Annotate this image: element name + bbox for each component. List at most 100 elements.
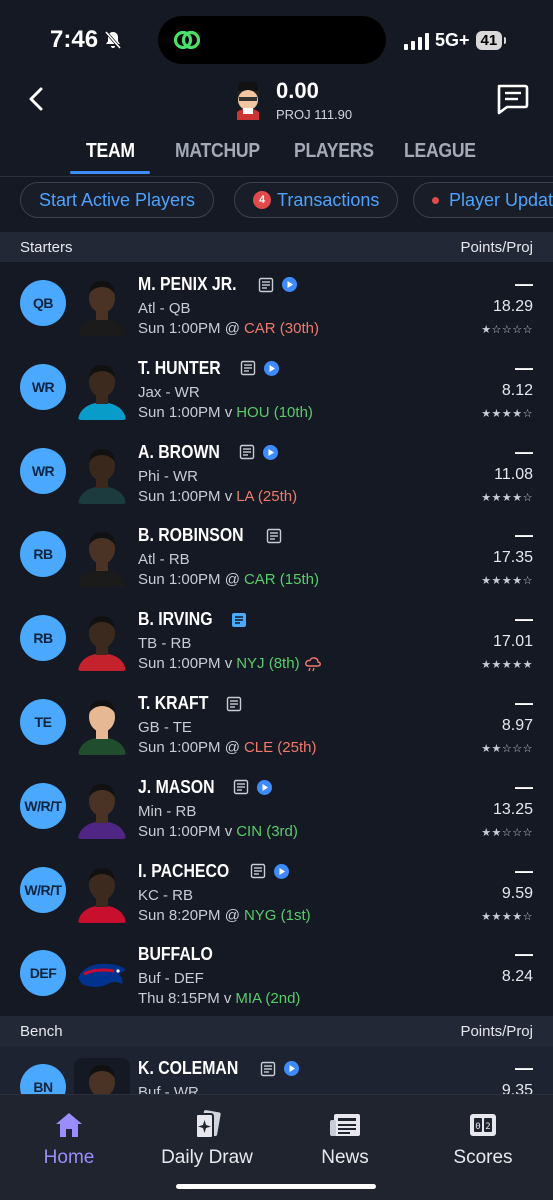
- note-icon[interactable]: [233, 779, 249, 795]
- position-slot-button[interactable]: RB: [20, 615, 66, 662]
- play-video-icon[interactable]: [263, 444, 278, 460]
- player-name-link[interactable]: BUFFALO: [138, 944, 223, 965]
- starter-player-row[interactable]: WR T. HUNTER Jax - WR Sun 1:00PM v HOU (10th…: [0, 346, 553, 430]
- player-name: I. PACHECO: [138, 860, 230, 881]
- play-video-icon[interactable]: [282, 277, 298, 292]
- transactions-label: Transactions: [277, 189, 380, 210]
- opponent-rank[interactable]: HOU (10th): [236, 404, 313, 421]
- opponent-rank[interactable]: NYJ (8th): [236, 655, 299, 672]
- opponent-rank[interactable]: MIA (2nd): [235, 990, 300, 1007]
- bench-points-proj-heading: Points/Proj: [460, 1022, 533, 1040]
- note-icon[interactable]: [266, 528, 282, 544]
- opponent-rank[interactable]: NYG (1st): [244, 907, 311, 924]
- starter-player-row[interactable]: RB B. IRVING TB - RB Sun 1:00PM v NYJ (8th) —…: [0, 597, 553, 681]
- position-slot-button[interactable]: BN: [20, 1064, 66, 1094]
- rain-cloud-icon[interactable]: [304, 656, 322, 672]
- position-slot-button[interactable]: W/R/T: [20, 866, 66, 913]
- opponent-rank[interactable]: CAR (30th): [244, 320, 319, 337]
- team-position: Phi - WR: [138, 467, 198, 485]
- play-video-icon[interactable]: [273, 863, 289, 879]
- back-arrow-icon[interactable]: [24, 86, 50, 112]
- starter-player-row[interactable]: QB M. PENIX JR. Atl - QB Sun 1:00PM @ CAR (3…: [0, 262, 553, 346]
- player-name-link[interactable]: I. PACHECO: [138, 861, 289, 882]
- position-slot-button[interactable]: DEF: [20, 950, 66, 997]
- player-name-link[interactable]: T. KRAFT: [138, 693, 242, 714]
- starter-player-row[interactable]: TE T. KRAFT GB - TE Sun 1:00PM @ CLE (25th) —…: [0, 681, 553, 765]
- active-tab-indicator: [70, 171, 150, 174]
- status-icons: 5G+ 41: [404, 30, 506, 51]
- game-time: Sun 1:00PM v: [138, 487, 233, 505]
- bench-player-row[interactable]: BN K. COLEMAN Buf - WR — 9.35: [0, 1046, 553, 1094]
- fantasy-points: —: [515, 693, 533, 713]
- nav-home[interactable]: Home: [14, 1109, 124, 1169]
- fantasy-points: —: [515, 525, 533, 546]
- play-video-icon[interactable]: [264, 360, 279, 376]
- position-slot-button[interactable]: QB: [20, 280, 66, 326]
- player-name-link[interactable]: M. PENIX JR.: [138, 274, 298, 295]
- player-name-link[interactable]: B. ROBINSON: [138, 525, 282, 546]
- team-logo: [78, 964, 126, 988]
- position-slot-button[interactable]: WR: [20, 363, 66, 410]
- nav-scores[interactable]: 02 Scores: [428, 1109, 538, 1169]
- nav-home-label: Home: [43, 1147, 95, 1168]
- player-headshot: [74, 357, 130, 420]
- tab-team[interactable]: TEAM: [86, 140, 135, 163]
- starter-player-row[interactable]: WR A. BROWN Phi - WR Sun 1:00PM v LA (25th) —…: [0, 430, 553, 514]
- tab-matchup[interactable]: MATCHUP: [175, 140, 260, 163]
- start-active-players-button[interactable]: Start Active Players: [20, 182, 215, 218]
- tab-players[interactable]: PLAYERS: [294, 140, 374, 163]
- player-updates-button[interactable]: Player Updat: [413, 182, 553, 218]
- chat-icon[interactable]: [494, 82, 530, 116]
- opponent-rank[interactable]: CAR (15th): [244, 571, 319, 588]
- player-headshot: [74, 441, 130, 504]
- matchup-rating-stars: ★☆☆☆☆: [481, 324, 533, 336]
- game-info: Sun 1:00PM v CIN (3rd): [138, 823, 298, 840]
- matchup-rating-stars: ★★☆☆☆: [481, 826, 533, 839]
- fantasy-points: —: [515, 274, 533, 294]
- player-name: T. KRAFT: [138, 693, 209, 713]
- position-slot-button[interactable]: WR: [20, 447, 66, 494]
- player-name-link[interactable]: T. HUNTER: [138, 358, 279, 379]
- player-name-link[interactable]: B. IRVING: [138, 609, 247, 630]
- svg-text:2: 2: [485, 1122, 490, 1132]
- note-icon[interactable]: [250, 863, 266, 879]
- nav-news[interactable]: News: [290, 1109, 400, 1169]
- position-slot-button[interactable]: RB: [20, 531, 66, 578]
- transactions-count-badge: 4: [253, 191, 271, 209]
- tab-league[interactable]: LEAGUE: [404, 140, 476, 163]
- team-avatar[interactable]: [227, 78, 269, 120]
- game-info: Sun 1:00PM v HOU (10th): [138, 404, 313, 421]
- opponent-rank[interactable]: LA (25th): [236, 488, 297, 505]
- opponent-rank[interactable]: CIN (3rd): [236, 823, 298, 840]
- transactions-button[interactable]: 4 Transactions: [234, 182, 399, 218]
- starter-player-row[interactable]: RB B. ROBINSON Atl - RB Sun 1:00PM @ CAR (15…: [0, 513, 553, 597]
- matchup-rating-stars: ★★★★☆: [481, 491, 533, 504]
- note-icon[interactable]: [240, 360, 256, 376]
- game-time: Sun 1:00PM @: [138, 320, 240, 337]
- game-info: Sun 1:00PM @ CAR (15th): [138, 571, 319, 588]
- team-score: 0.00: [276, 78, 319, 103]
- player-name-link[interactable]: A. BROWN: [138, 442, 278, 463]
- starter-player-row[interactable]: DEF BUFFALO Buf - DEF Thu 8:15PM v MIA (2nd)…: [0, 932, 553, 1016]
- player-name-link[interactable]: K. COLEMAN: [138, 1058, 299, 1079]
- note-icon[interactable]: [260, 1061, 276, 1077]
- projected-points: 9.59: [501, 884, 533, 902]
- position-slot-button[interactable]: W/R/T: [20, 782, 66, 829]
- nav-daily-draw[interactable]: Daily Draw: [152, 1109, 262, 1169]
- starter-player-row[interactable]: W/R/T I. PACHECO KC - RB Sun 8:20PM @ NYG (1…: [0, 849, 553, 933]
- unread-dot-icon: [432, 196, 439, 204]
- player-headshot: [74, 274, 130, 336]
- player-headshot: [74, 693, 130, 755]
- matchup-rating-stars: ★★★★☆: [481, 575, 533, 588]
- opponent-rank[interactable]: CLE (25th): [244, 739, 317, 756]
- note-icon[interactable]: [226, 696, 242, 712]
- player-headshot: [74, 776, 130, 839]
- note-icon[interactable]: [239, 444, 255, 460]
- play-video-icon[interactable]: [284, 1061, 299, 1076]
- note-icon[interactable]: [258, 277, 274, 293]
- position-slot-button[interactable]: TE: [20, 699, 66, 745]
- player-name-link[interactable]: J. MASON: [138, 777, 273, 798]
- starter-player-row[interactable]: W/R/T J. MASON Min - RB Sun 1:00PM v CIN (3r…: [0, 765, 553, 849]
- play-video-icon[interactable]: [257, 779, 273, 795]
- note-icon[interactable]: [231, 612, 247, 628]
